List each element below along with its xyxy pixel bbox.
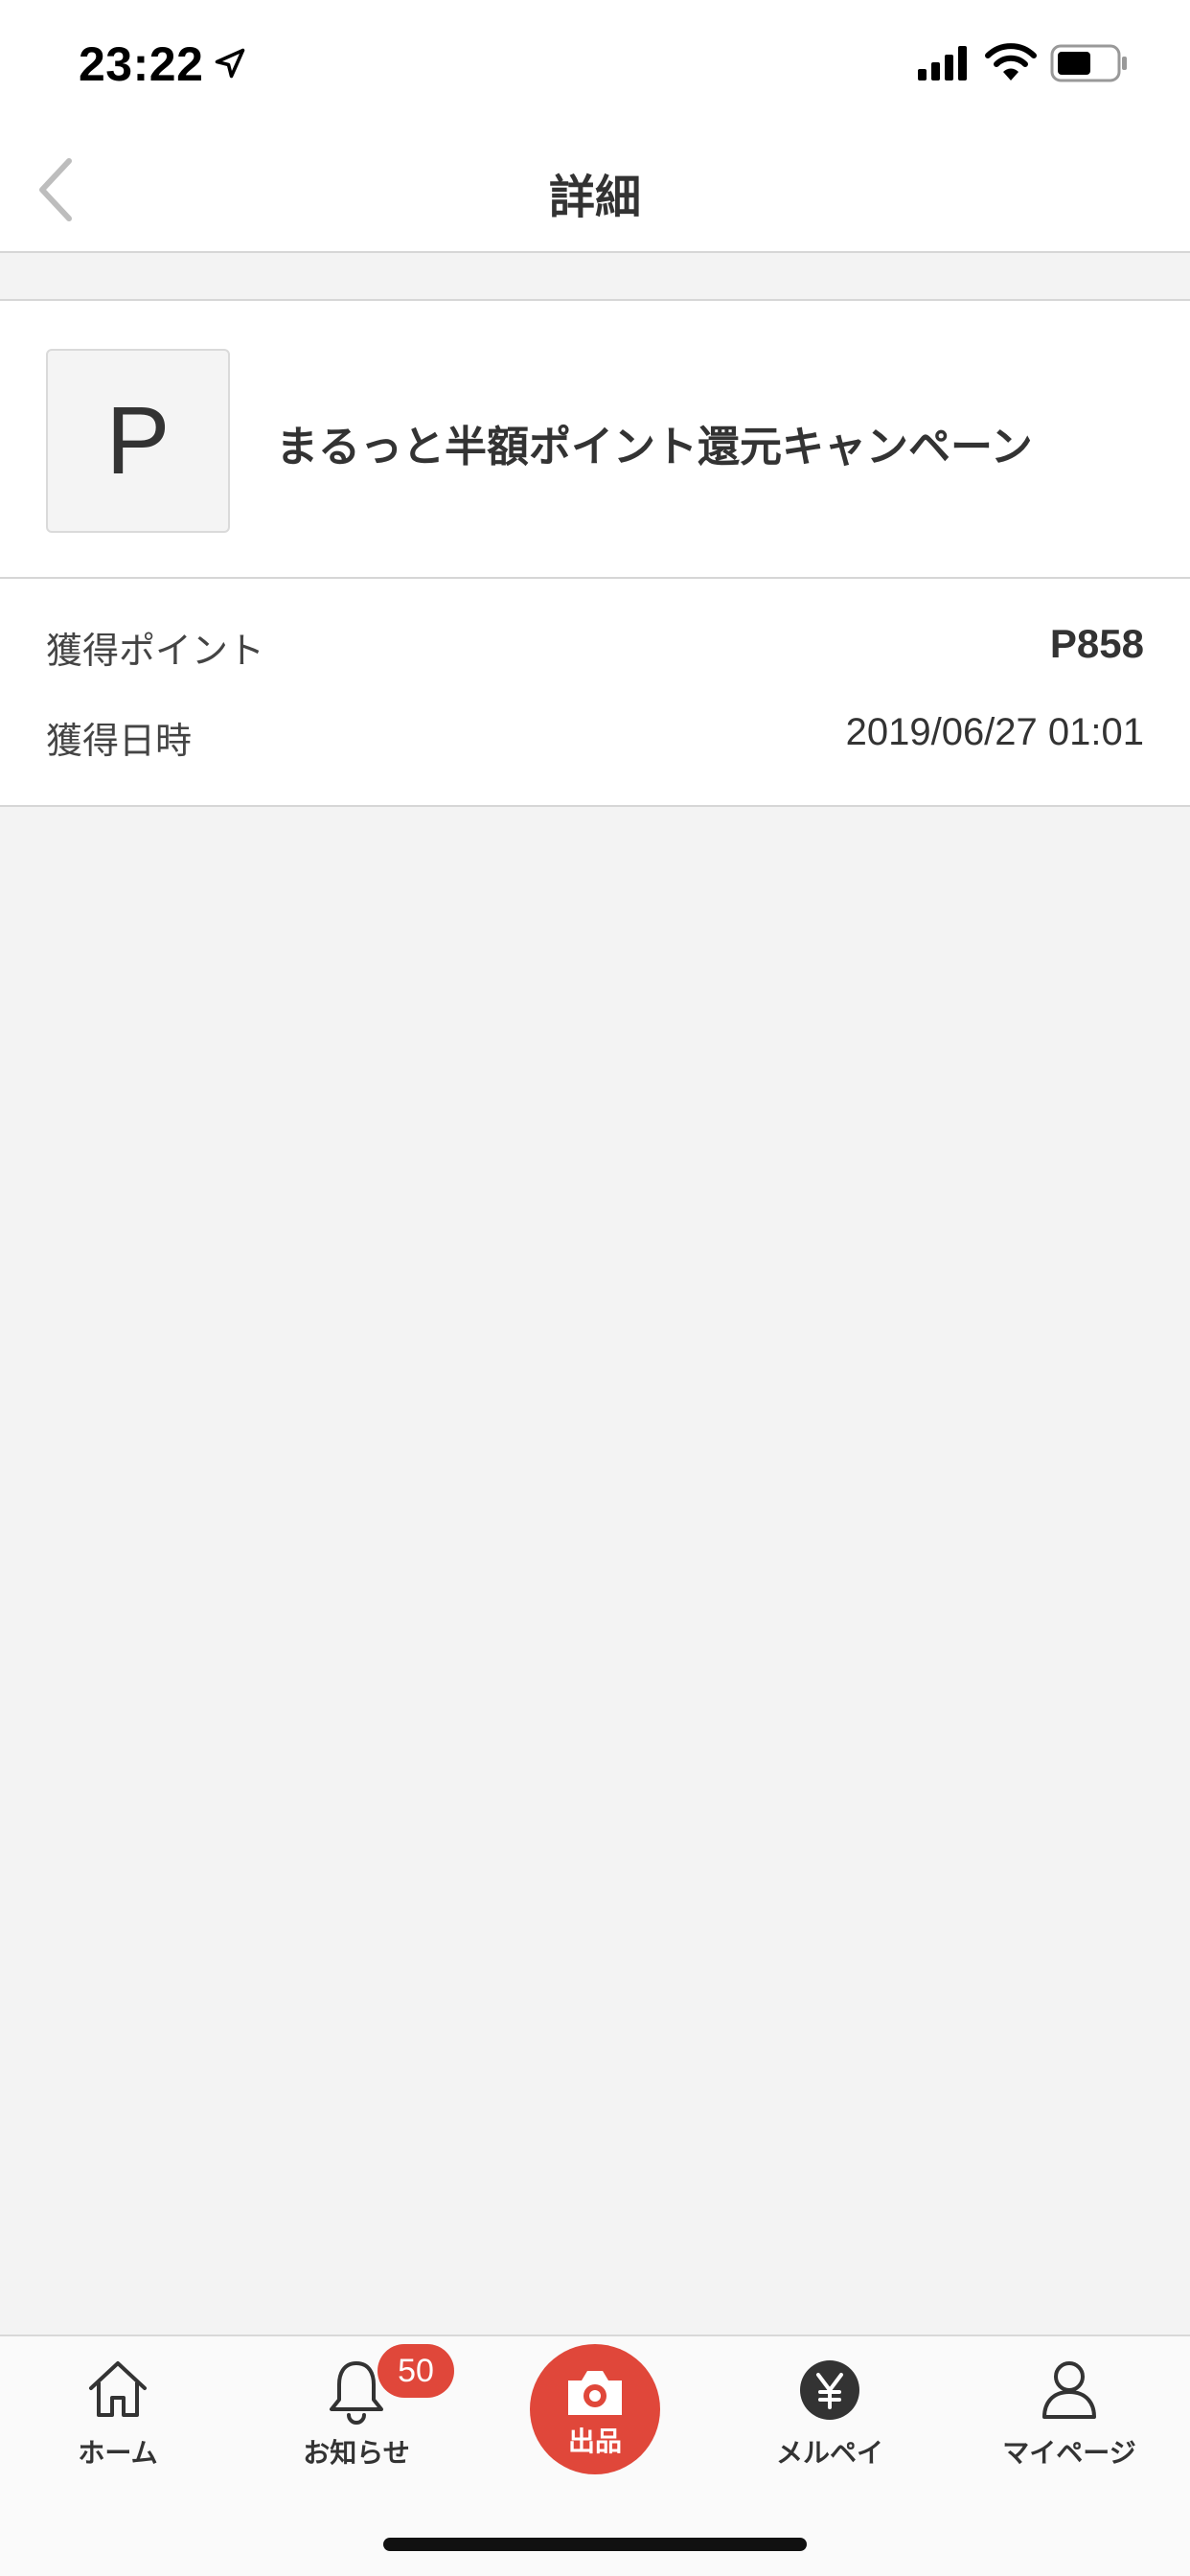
- yen-icon: [800, 2360, 859, 2420]
- location-arrow-icon: [215, 48, 245, 79]
- tab-notice[interactable]: 50 お知らせ: [261, 2336, 454, 2480]
- wifi-icon: [985, 43, 1037, 80]
- point-logo: P: [46, 349, 230, 533]
- tab-mypage[interactable]: マイページ: [973, 2336, 1165, 2480]
- earned-points-value: P858: [1049, 621, 1144, 666]
- tab-mypage-label: マイページ: [1002, 2437, 1136, 2469]
- earned-points-row: 獲得ポイント P858: [46, 621, 1144, 678]
- tab-merpay-label: メルペイ: [775, 2437, 883, 2469]
- tab-home[interactable]: ホーム: [22, 2336, 214, 2480]
- home-indicator: [383, 2538, 807, 2551]
- earned-date-row: 獲得日時 2019/06/27 01:01: [46, 711, 1144, 769]
- sell-button[interactable]: 出品: [530, 2344, 660, 2474]
- notice-badge: 50: [378, 2344, 454, 2398]
- status-time: 23:22: [79, 37, 204, 91]
- point-details: 獲得ポイント P858 獲得日時 2019/06/27 01:01: [0, 579, 1190, 807]
- earned-points-label: 獲得ポイント: [46, 630, 265, 672]
- signal-icon: [918, 46, 967, 80]
- earned-date-label: 獲得日時: [46, 720, 193, 762]
- battery-icon: [1050, 44, 1127, 82]
- tab-notice-label: お知らせ: [303, 2437, 410, 2469]
- nav-bar: 詳細: [0, 125, 1190, 253]
- screen: 23:22 詳細 P まるっと半額ポイント還元キャンペーン 獲得ポイント P85…: [0, 0, 1190, 2576]
- sell-label: 出品: [567, 2426, 622, 2457]
- campaign-title: まるっと半額ポイント還元キャンペーン: [276, 423, 1033, 472]
- page-title: 詳細: [548, 171, 641, 224]
- campaign-card: P まるっと半額ポイント還元キャンペーン: [0, 299, 1190, 579]
- person-icon: [1042, 2361, 1096, 2419]
- home-icon: [89, 2361, 147, 2417]
- status-bar: 23:22: [0, 0, 1190, 125]
- tab-merpay[interactable]: メルペイ: [734, 2336, 926, 2480]
- earned-date-value: 2019/06/27 01:01: [845, 711, 1144, 753]
- camera-icon: [568, 2371, 622, 2415]
- tab-home-label: ホーム: [78, 2437, 158, 2469]
